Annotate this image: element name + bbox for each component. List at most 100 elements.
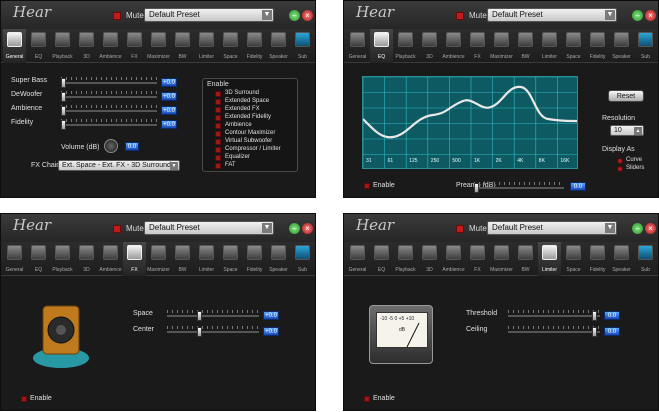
volume-value[interactable]: 0.0 — [125, 142, 139, 151]
tab-ambience[interactable]: Ambience — [99, 29, 122, 63]
tab-maximizer[interactable]: Maximizer — [147, 242, 170, 276]
slider-thumb[interactable] — [197, 327, 202, 337]
tab-speaker[interactable]: Speaker — [610, 242, 633, 276]
minimize-icon[interactable]: – — [632, 223, 643, 234]
preset-dropdown[interactable]: Default Preset ▼ — [144, 221, 274, 235]
tab-sub[interactable]: Sub — [291, 242, 314, 276]
volume-knob[interactable] — [104, 139, 118, 153]
tab-3d[interactable]: 3D — [75, 242, 98, 276]
tab-general[interactable]: General — [346, 29, 369, 63]
close-icon[interactable]: × — [302, 10, 313, 21]
enable-checkbox[interactable] — [21, 396, 27, 402]
general-slider-3[interactable] — [61, 119, 157, 130]
slider-value[interactable]: +0.0 — [161, 78, 177, 87]
general-slider-2[interactable] — [61, 105, 157, 116]
tab-limiter[interactable]: Limiter — [195, 242, 218, 276]
minimize-icon[interactable]: – — [289, 10, 300, 21]
tab-playback[interactable]: Playback — [51, 242, 74, 276]
reset-button[interactable]: Reset — [608, 90, 644, 102]
tab-limiter[interactable]: Limiter — [538, 242, 561, 276]
tab-maximizer[interactable]: Maximizer — [490, 29, 513, 63]
tab-bw[interactable]: BW — [514, 29, 537, 63]
eq-curve[interactable] — [363, 85, 578, 139]
tab-eq[interactable]: EQ — [370, 29, 393, 63]
minimize-icon[interactable]: – — [289, 223, 300, 234]
enable-checkbox[interactable] — [215, 115, 221, 121]
tab-bw[interactable]: BW — [171, 29, 194, 63]
slider-value[interactable]: +0.0 — [263, 327, 279, 336]
tab-general[interactable]: General — [3, 242, 26, 276]
close-icon[interactable]: × — [645, 10, 656, 21]
tab-space[interactable]: Space — [562, 29, 585, 63]
preamp-value[interactable]: 0.0 — [570, 182, 586, 191]
fx-slider-0[interactable] — [167, 310, 259, 321]
tab-eq[interactable]: EQ — [27, 242, 50, 276]
tab-bw[interactable]: BW — [171, 242, 194, 276]
slider-value[interactable]: 0.0 — [604, 327, 620, 336]
enable-checkbox[interactable] — [215, 123, 221, 129]
tab-maximizer[interactable]: Maximizer — [147, 29, 170, 63]
slider-thumb[interactable] — [61, 78, 66, 88]
preamp-slider[interactable] — [474, 182, 564, 193]
tab-sub[interactable]: Sub — [634, 242, 657, 276]
slider-thumb[interactable] — [474, 183, 479, 193]
display-radio[interactable] — [617, 166, 623, 172]
minimize-icon[interactable]: – — [632, 10, 643, 21]
general-slider-1[interactable] — [61, 91, 157, 102]
tab-sub[interactable]: Sub — [634, 29, 657, 63]
tab-eq[interactable]: EQ — [27, 29, 50, 63]
preset-dropdown[interactable]: Default Preset ▼ — [144, 8, 274, 22]
tab-general[interactable]: General — [346, 242, 369, 276]
mute-checkbox[interactable] — [456, 12, 464, 20]
slider-thumb[interactable] — [61, 120, 66, 130]
enable-checkbox[interactable] — [215, 91, 221, 97]
tab-playback[interactable]: Playback — [51, 29, 74, 63]
tab-space[interactable]: Space — [219, 242, 242, 276]
fx-slider-1[interactable] — [167, 326, 259, 337]
close-icon[interactable]: × — [645, 223, 656, 234]
enable-checkbox[interactable] — [215, 107, 221, 113]
slider-thumb[interactable] — [197, 311, 202, 321]
tab-limiter[interactable]: Limiter — [538, 29, 561, 63]
tab-sub[interactable]: Sub — [291, 29, 314, 63]
tab-bw[interactable]: BW — [514, 242, 537, 276]
fx-chain-select[interactable]: Ext. Space - Ext. FX - 3D Surround ▼ — [58, 160, 180, 171]
slider-thumb[interactable] — [592, 311, 597, 321]
mute-checkbox[interactable] — [113, 225, 121, 233]
tab-fx[interactable]: FX — [123, 29, 146, 63]
tab-3d[interactable]: 3D — [418, 29, 441, 63]
tab-fidelity[interactable]: Fidelity — [243, 29, 266, 63]
enable-checkbox[interactable] — [215, 147, 221, 153]
limiter-slider-0[interactable] — [508, 310, 600, 321]
enable-checkbox[interactable] — [215, 99, 221, 105]
slider-value[interactable]: +0.0 — [263, 311, 279, 320]
tab-general[interactable]: General — [3, 29, 26, 63]
slider-value[interactable]: +0.0 — [161, 106, 177, 115]
enable-checkbox[interactable] — [364, 183, 370, 189]
slider-thumb[interactable] — [61, 106, 66, 116]
tab-ambience[interactable]: Ambience — [442, 242, 465, 276]
tab-maximizer[interactable]: Maximizer — [490, 242, 513, 276]
tab-3d[interactable]: 3D — [75, 29, 98, 63]
tab-fx[interactable]: FX — [123, 242, 146, 276]
close-icon[interactable]: × — [302, 223, 313, 234]
slider-value[interactable]: +0.0 — [161, 120, 177, 129]
tab-speaker[interactable]: Speaker — [267, 242, 290, 276]
slider-value[interactable]: +0.0 — [161, 92, 177, 101]
tab-speaker[interactable]: Speaker — [610, 29, 633, 63]
preset-dropdown[interactable]: Default Preset ▼ — [487, 221, 617, 235]
enable-checkbox[interactable] — [215, 163, 221, 169]
preset-dropdown[interactable]: Default Preset ▼ — [487, 8, 617, 22]
resolution-select[interactable]: 10 ▲ — [610, 125, 644, 136]
display-radio[interactable] — [617, 158, 623, 164]
enable-checkbox[interactable] — [364, 396, 370, 402]
tab-fidelity[interactable]: Fidelity — [243, 242, 266, 276]
tab-playback[interactable]: Playback — [394, 29, 417, 63]
tab-fidelity[interactable]: Fidelity — [586, 29, 609, 63]
enable-checkbox[interactable] — [215, 131, 221, 137]
tab-limiter[interactable]: Limiter — [195, 29, 218, 63]
tab-3d[interactable]: 3D — [418, 242, 441, 276]
tab-fx[interactable]: FX — [466, 29, 489, 63]
tab-ambience[interactable]: Ambience — [99, 242, 122, 276]
slider-thumb[interactable] — [592, 327, 597, 337]
